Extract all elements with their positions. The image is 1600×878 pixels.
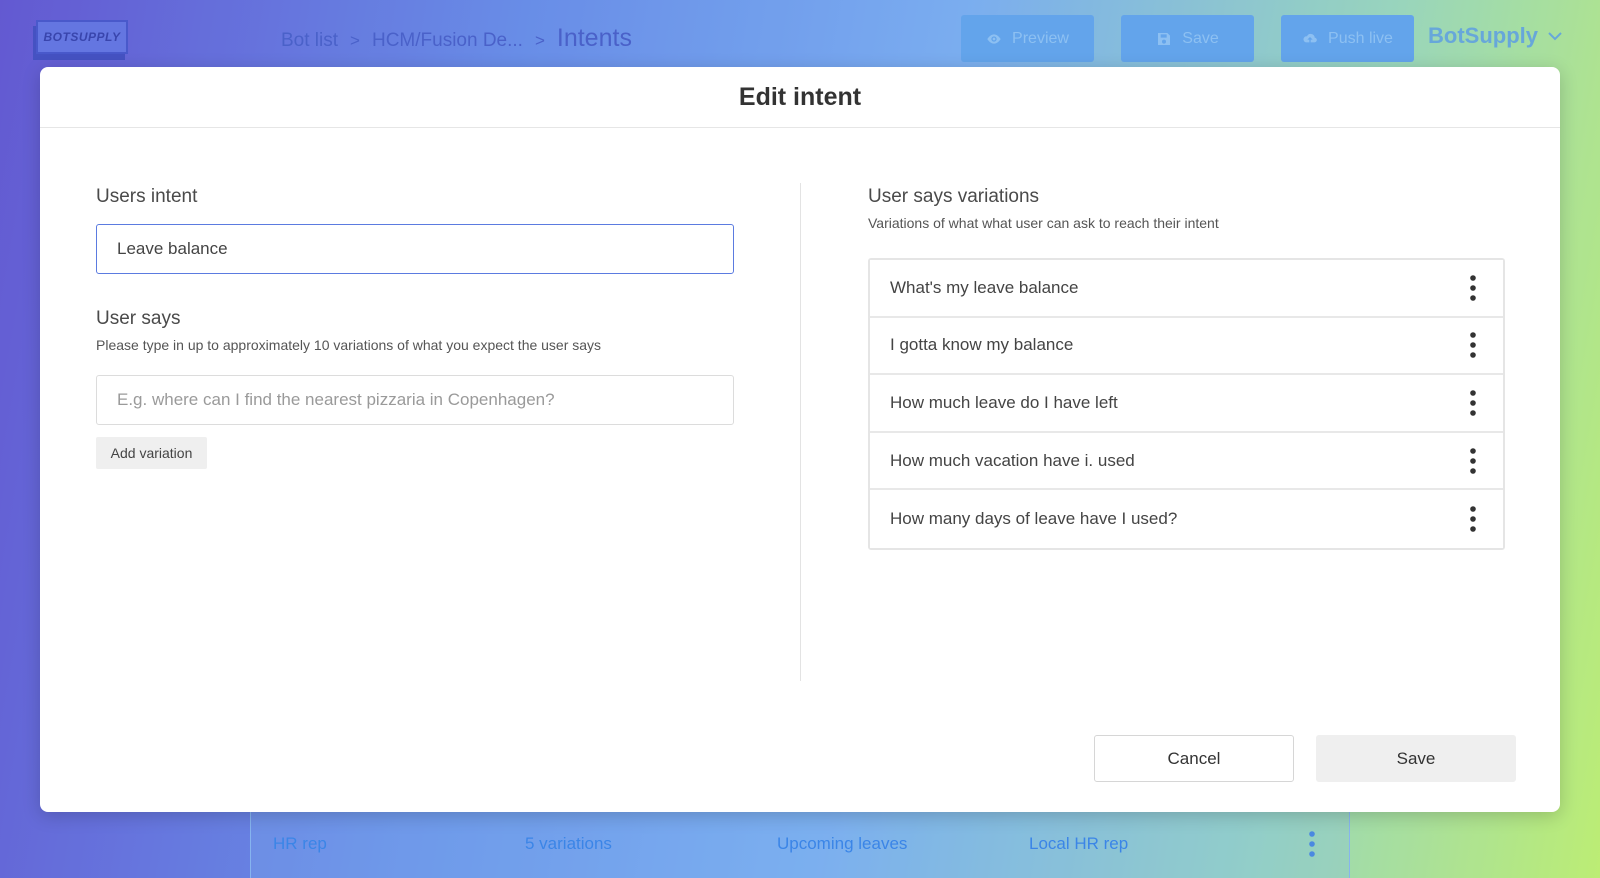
- list-item: What's my leave balance: [870, 260, 1503, 318]
- list-item: How much vacation have i. used: [870, 432, 1503, 491]
- variation-text: How much leave do I have left: [890, 392, 1118, 412]
- users-intent-input[interactable]: [96, 224, 734, 274]
- variation-text: I gotta know my balance: [890, 335, 1074, 355]
- save-button[interactable]: Save: [1316, 735, 1516, 782]
- variation-text: How many days of leave have I used?: [890, 509, 1178, 529]
- variations-label: User says variations: [868, 186, 1040, 207]
- cancel-button[interactable]: Cancel: [1094, 735, 1294, 782]
- modal-header: Edit intent: [40, 67, 1560, 128]
- variation-text: What's my leave balance: [890, 277, 1079, 297]
- kebab-menu-icon[interactable]: [1469, 331, 1477, 359]
- list-item: I gotta know my balance: [870, 317, 1503, 376]
- variation-text: How much vacation have i. used: [890, 450, 1135, 470]
- variations-list: What's my leave balance I gotta know my …: [868, 258, 1505, 550]
- column-divider: [800, 183, 801, 681]
- user-says-label: User says: [96, 308, 181, 329]
- list-item: How many days of leave have I used?: [870, 490, 1503, 548]
- users-intent-label: Users intent: [96, 186, 198, 207]
- variations-hint: Variations of what what user can ask to …: [868, 215, 1219, 231]
- add-variation-button[interactable]: Add variation: [96, 437, 207, 469]
- modal-title: Edit intent: [738, 82, 862, 111]
- user-says-hint: Please type in up to approximately 10 va…: [96, 337, 602, 353]
- kebab-menu-icon[interactable]: [1469, 274, 1477, 302]
- kebab-menu-icon[interactable]: [1469, 505, 1477, 533]
- kebab-menu-icon[interactable]: [1469, 447, 1477, 475]
- edit-intent-modal: Edit intent Users intent User says Pleas…: [40, 67, 1560, 812]
- kebab-menu-icon[interactable]: [1469, 389, 1477, 417]
- user-says-input[interactable]: [96, 375, 734, 425]
- list-item: How much leave do I have left: [870, 375, 1503, 433]
